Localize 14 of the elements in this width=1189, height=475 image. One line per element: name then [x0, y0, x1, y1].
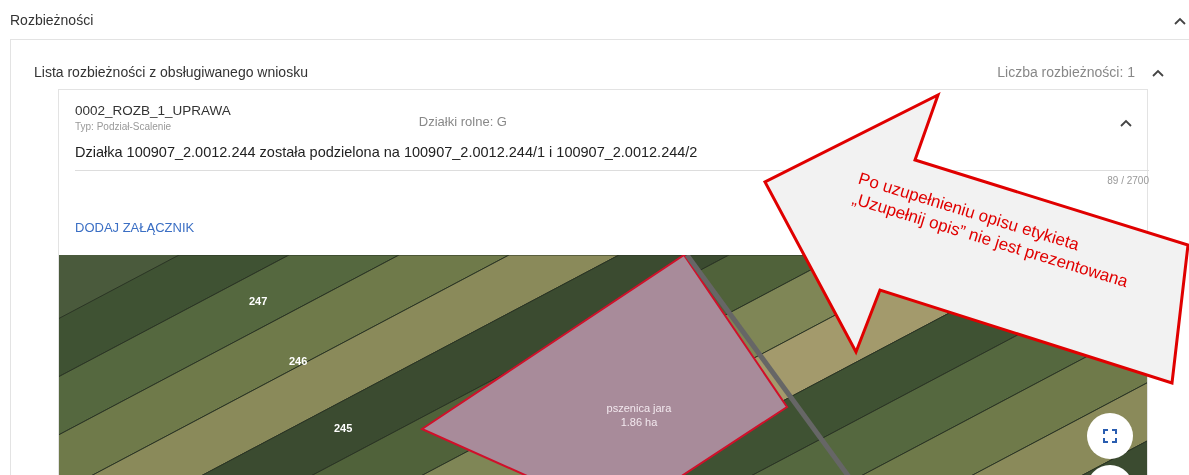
add-attachment-button[interactable]: DODAJ ZAŁĄCZNIK — [59, 211, 211, 244]
panel-title: Lista rozbieżności z obsługiwanego wniosku — [34, 63, 308, 82]
item-code: 0002_ROZB_1_UPRAWA — [75, 104, 231, 119]
plots-label: Działki rolne: G — [418, 113, 507, 131]
parcel-number: 247 — [249, 294, 268, 310]
character-counter: 89 / 2700 — [1107, 174, 1149, 186]
parcel-number: 246 — [289, 354, 308, 370]
section-title: Rozbieżności — [10, 11, 94, 30]
item-type: Typ: Podział-Scalenie — [75, 119, 173, 134]
fullscreen-icon — [1102, 428, 1118, 445]
discrepancy-count: Liczba rozbieżności: 1 — [997, 63, 1135, 82]
parcel-number: 245 — [334, 421, 353, 437]
crop-area: 1.86 ha — [579, 415, 699, 430]
crop-name: pszenica jara — [605, 401, 673, 416]
